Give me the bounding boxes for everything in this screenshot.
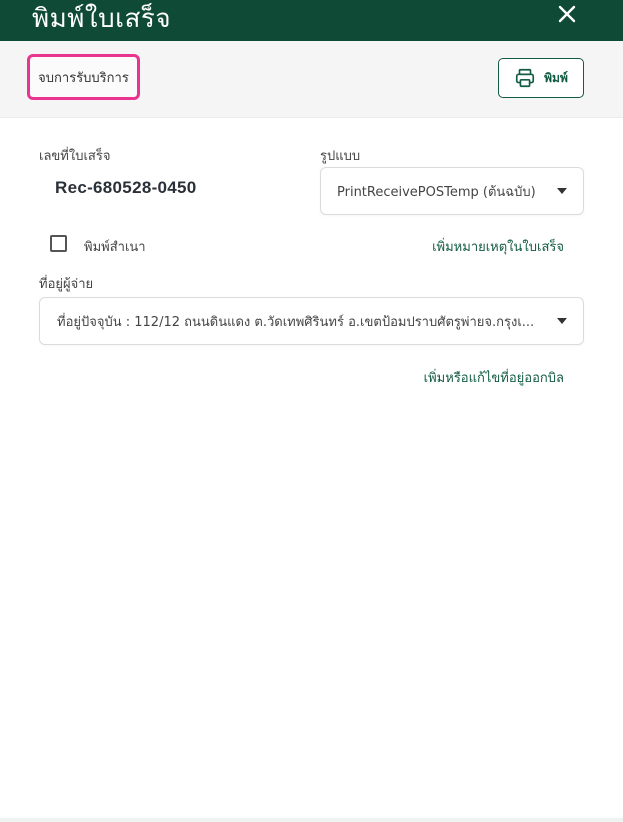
printer-icon <box>516 68 535 88</box>
payer-address-label: ที่อยู่ผู้จ่าย <box>39 277 94 292</box>
format-select[interactable]: PrintReceivePOSTemp (ต้นฉบับ) <box>320 167 584 215</box>
print-copy-checkbox[interactable] <box>50 235 67 252</box>
payer-address-select[interactable]: ที่อยู่ปัจจุบัน : 112/12 ถนนดินแดง ต.วัด… <box>39 297 584 345</box>
close-icon <box>558 5 576 23</box>
end-service-button[interactable]: จบการรับบริการ <box>27 54 140 100</box>
dialog-title: พิมพ์ใบเสร็จ <box>32 4 172 34</box>
receipt-number-label: เลขที่ใบเสร็จ <box>39 149 111 164</box>
format-label: รูปแบบ <box>320 149 361 164</box>
print-button-label: พิมพ์ <box>544 70 568 85</box>
add-receipt-note-link[interactable]: เพิ่มหมายเหตุในใบเสร็จ <box>432 236 564 257</box>
chevron-down-icon <box>557 188 567 194</box>
format-select-value: PrintReceivePOSTemp (ต้นฉบับ) <box>337 184 536 200</box>
close-button[interactable] <box>555 2 579 26</box>
receipt-number-value: Rec-680528-0450 <box>55 178 197 197</box>
bottom-divider <box>0 818 623 822</box>
chevron-down-icon <box>557 318 567 324</box>
print-button[interactable]: พิมพ์ <box>498 58 584 98</box>
dialog-toolbar: จบการรับบริการ พิมพ์ <box>0 41 623 118</box>
print-copy-label: พิมพ์สำเนา <box>84 240 146 255</box>
dialog-header: พิมพ์ใบเสร็จ <box>0 0 623 41</box>
end-service-label: จบการรับบริการ <box>38 70 129 86</box>
payer-address-value: ที่อยู่ปัจจุบัน : 112/12 ถนนดินแดง ต.วัด… <box>57 314 535 330</box>
add-edit-address-link[interactable]: เพิ่มหรือแก้ไขที่อยู่ออกบิล <box>424 367 564 388</box>
